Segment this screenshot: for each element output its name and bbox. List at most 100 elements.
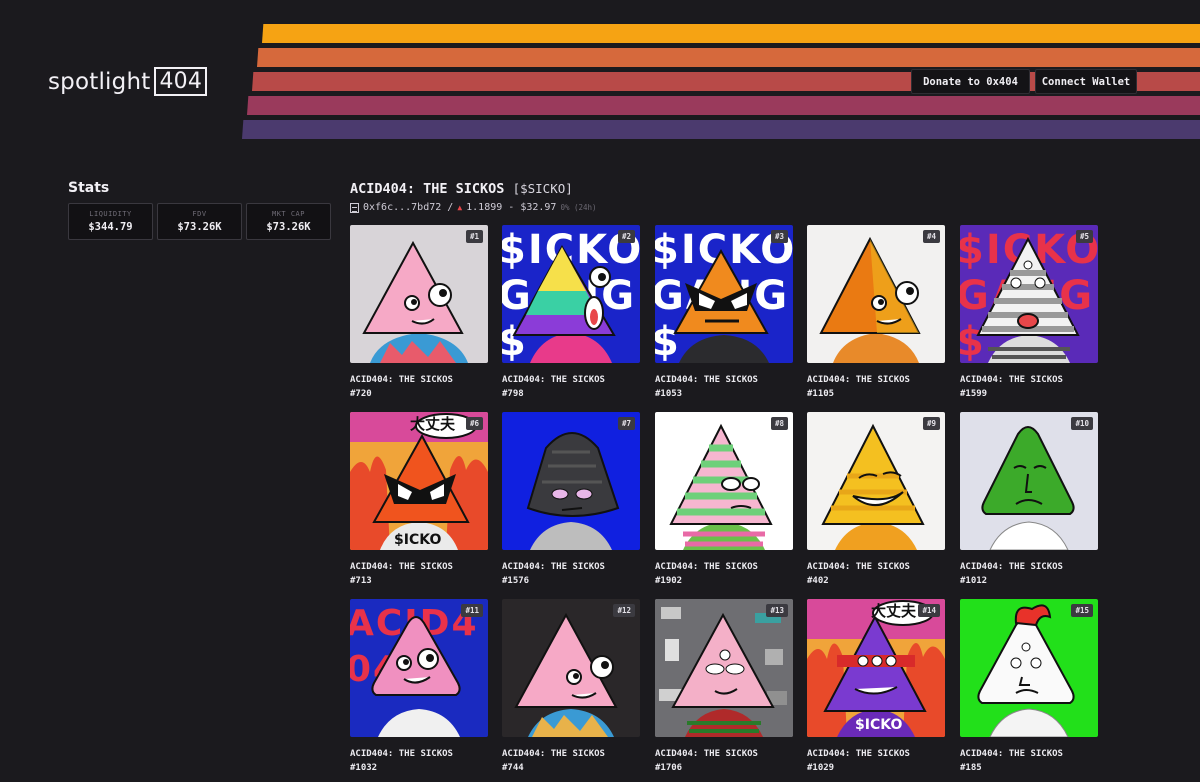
stat-value: $73.26K [177,221,222,233]
price: 1.1899 - $32.97 [466,202,557,213]
nft-id: #402 [807,576,829,586]
nft-badge: #4 [922,230,940,243]
nft-badge: #7 [617,417,635,430]
logo-text: spotlight [48,68,151,95]
contract-address[interactable]: 0xf6c...7bd72 / [363,202,453,213]
collection-info: 0xf6c...7bd72 / ▲ 1.1899 - $32.97 0% (24… [350,202,597,213]
nft-image: ACID404 #11 [350,599,488,737]
nft-name: ACID404: THE SICKOS [502,749,605,759]
nft-card[interactable]: #4 ACID404: THE SICKOS #1105 [807,225,945,401]
nft-badge: #2 [617,230,635,243]
nft-id: #1032 [350,763,378,773]
collection-title: ACID404: THE SICKOS [$SICKO] [350,181,573,197]
nft-id: #1706 [655,763,683,773]
nft-badge: #14 [918,604,940,617]
stat-value: $73.26K [266,221,311,233]
nft-name: ACID404: THE SICKOS [960,749,1063,759]
nft-image: #8 [655,412,793,550]
nft-id: #1029 [807,763,835,773]
header-stripe-4 [247,96,1200,115]
nft-card[interactable]: 大丈夫 $ICKO #6 ACID404: THE SICKOS #713 [350,412,488,588]
nft-name: ACID404: THE SICKOS [960,562,1063,572]
nft-card[interactable]: ACID404 #11 ACID404: THE SICKOS #1032 [350,599,488,775]
nft-card[interactable]: #9 ACID404: THE SICKOS #402 [807,412,945,588]
nft-badge: #5 [1075,230,1093,243]
stat-label: MKT CAP [271,210,305,218]
stats-title: Stats [68,180,110,196]
nft-name: ACID404: THE SICKOS [655,749,758,759]
donate-button[interactable]: Donate to 0x404 [911,69,1030,94]
nft-id: #720 [350,389,372,399]
art-kanji: 大丈夫 [871,602,917,620]
nft-name: ACID404: THE SICKOS [350,375,453,385]
nft-badge: #6 [465,417,483,430]
nft-name: ACID404: THE SICKOS [655,562,758,572]
collection-ticker: [$SICKO] [512,181,573,196]
nft-badge: #9 [922,417,940,430]
nft-image: $ICKOGANG$ #5 [960,225,1098,363]
nft-badge: #13 [766,604,788,617]
stat-value: $344.79 [88,221,133,233]
nft-card[interactable]: #1 ACID404: THE SICKOS #720 [350,225,488,401]
nft-name: ACID404: THE SICKOS [807,375,910,385]
nft-name: ACID404: THE SICKOS [960,375,1063,385]
nft-card[interactable]: $ICKOGANG$ #3 ACID404: THE SICKOS #1053 [655,225,793,401]
nft-name: ACID404: THE SICKOS [502,375,605,385]
nft-name: ACID404: THE SICKOS [502,562,605,572]
stat-market-cap: MKT CAP $73.26K [246,203,331,240]
nft-badge: #15 [1071,604,1093,617]
stat-label: LIQUIDITY [89,210,132,218]
logo-box: 404 [154,67,208,96]
nft-image: 大丈夫 $ICKO #6 [350,412,488,550]
nft-image: #12 [502,599,640,737]
nft-id: #1012 [960,576,988,586]
nft-badge: #12 [613,604,635,617]
nft-card[interactable]: #8 ACID404: THE SICKOS #1902 [655,412,793,588]
stat-liquidity: LIQUIDITY $344.79 [68,203,153,240]
copy-icon[interactable] [350,202,359,213]
nft-badge: #1 [465,230,483,243]
nft-id: #744 [502,763,524,773]
nft-name: ACID404: THE SICKOS [350,562,453,572]
nft-id: #1599 [960,389,988,399]
nft-card[interactable]: $ICKOGANG$ #2 ACID404: THE SICKOS #798 [502,225,640,401]
art-shirt-text: $ICKO [855,717,903,733]
nft-name: ACID404: THE SICKOS [807,562,910,572]
header-stripe-1 [262,24,1200,43]
nft-card[interactable]: #12 ACID404: THE SICKOS #744 [502,599,640,775]
price-change: 0% (24h) [560,203,597,212]
nft-image: #13 [655,599,793,737]
art-shirt-text: $ICKO [394,532,442,548]
nft-image: #4 [807,225,945,363]
nft-id: #185 [960,763,982,773]
nft-card[interactable]: #13 ACID404: THE SICKOS #1706 [655,599,793,775]
nft-badge: #10 [1071,417,1093,430]
nft-badge: #8 [770,417,788,430]
connect-wallet-button[interactable]: Connect Wallet [1035,69,1137,94]
nft-id: #798 [502,389,524,399]
nft-image: $ICKOGANG$ #2 [502,225,640,363]
art-kanji: 大丈夫 [410,415,456,433]
nft-badge: #3 [770,230,788,243]
nft-name: ACID404: THE SICKOS [807,749,910,759]
nft-name: ACID404: THE SICKOS [350,749,453,759]
nft-card[interactable]: #15 ACID404: THE SICKOS #185 [960,599,1098,775]
nft-name: ACID404: THE SICKOS [655,375,758,385]
logo[interactable]: spotlight 404 [48,67,208,96]
header-stripe-5 [242,120,1200,139]
nft-card[interactable]: #7 ACID404: THE SICKOS #1576 [502,412,640,588]
nft-id: #1105 [807,389,835,399]
nft-id: #1576 [502,576,530,586]
nft-image: $ICKOGANG$ #3 [655,225,793,363]
nft-card[interactable]: 大丈夫 $ICKO #14 ACID404: THE SICKOS #1029 [807,599,945,775]
nft-image: #9 [807,412,945,550]
price-up-icon: ▲ [457,203,463,212]
nft-image: #1 [350,225,488,363]
header-stripe-2 [257,48,1200,67]
stat-fdv: FDV $73.26K [157,203,242,240]
nft-image: #10 [960,412,1098,550]
nft-card[interactable]: $ICKOGANG$ #5 ACID404: THE SICKOS #1599 [960,225,1098,401]
nft-id: #1053 [655,389,683,399]
nft-card[interactable]: #10 ACID404: THE SICKOS #1012 [960,412,1098,588]
nft-id: #713 [350,576,372,586]
